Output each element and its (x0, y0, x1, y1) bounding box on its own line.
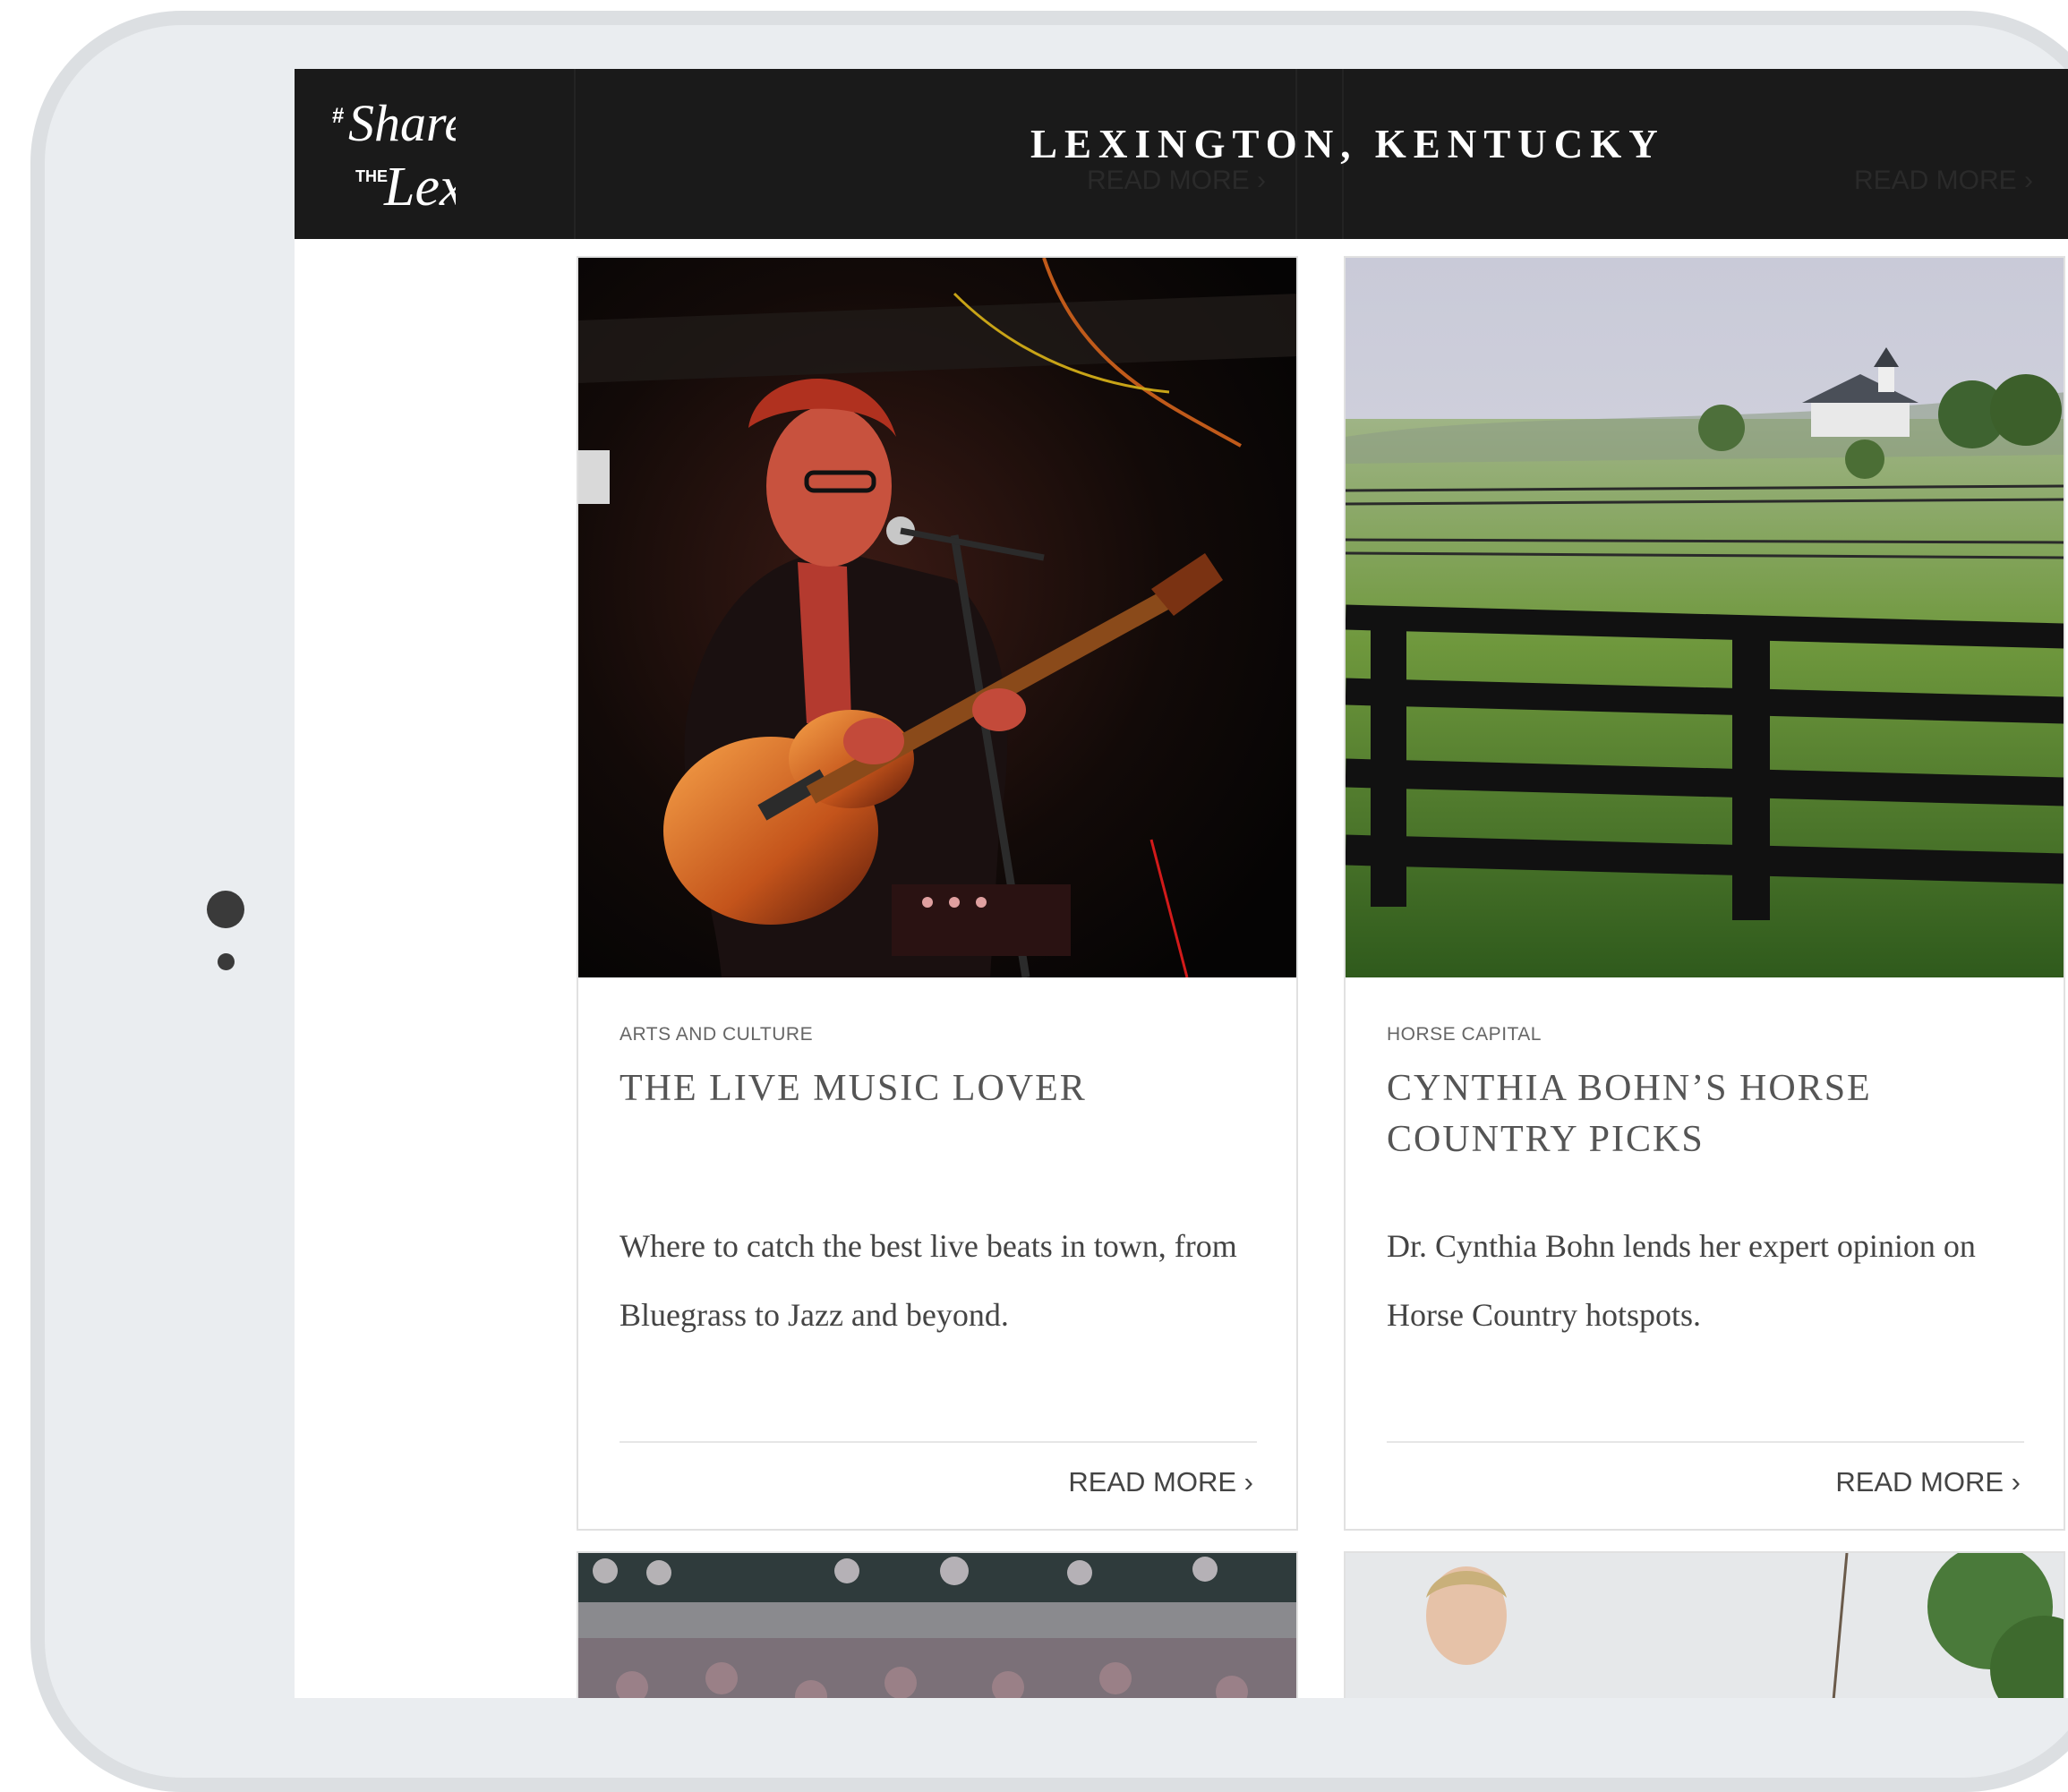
woman-outdoors-photo (1346, 1553, 2064, 1698)
svg-text:Lex: Lex (383, 157, 456, 218)
category-label: HORSE CAPITAL (1387, 1024, 1542, 1045)
screen: READ MORE › READ MORE › # Share THE Lex … (295, 69, 2068, 1698)
ghost-read-more: READ MORE › (1854, 166, 2034, 195)
article-card[interactable] (1344, 1551, 2065, 1698)
ghost-read-more: READ MORE › (1087, 166, 1267, 195)
article-title[interactable]: CYNTHIA BOHN’S HORSE COUNTRY PICKS (1387, 1063, 2031, 1165)
svg-text:Share: Share (348, 94, 456, 152)
svg-text:THE: THE (355, 167, 388, 185)
share-the-lex-logo[interactable]: # Share THE Lex (330, 85, 467, 219)
header-separator (574, 69, 576, 239)
article-card[interactable] (577, 1551, 1298, 1698)
racetrack-photo (578, 1553, 1296, 1698)
card-divider (620, 1441, 1257, 1443)
site-header: READ MORE › READ MORE › # Share THE Lex … (295, 69, 2068, 239)
concert-photo (578, 258, 1296, 977)
horse-farm-photo (1346, 258, 2064, 977)
card-divider (1387, 1441, 2024, 1443)
article-description: Dr. Cynthia Bohn lends her expert opinio… (1387, 1228, 1976, 1333)
article-description: Where to catch the best live beats in to… (620, 1228, 1237, 1333)
logo-mark: # Share THE Lex (332, 94, 467, 218)
read-more-link[interactable]: READ MORE › (1068, 1466, 1253, 1498)
page-title-text: LEXINGTON, KENTUCKY (1030, 122, 1665, 166)
category-label: ARTS AND CULTURE (620, 1024, 814, 1045)
sensor-dot (218, 953, 235, 970)
camera-dot (207, 891, 244, 928)
read-more-link[interactable]: READ MORE › (1835, 1466, 2021, 1498)
article-title[interactable]: THE LIVE MUSIC LOVER (620, 1063, 1264, 1114)
article-card[interactable]: ARTS AND CULTURE THE LIVE MUSIC LOVER Wh… (577, 256, 1298, 1531)
svg-text:#: # (332, 104, 344, 128)
article-card[interactable]: HORSE CAPITAL CYNTHIA BOHN’S HORSE COUNT… (1344, 256, 2065, 1531)
